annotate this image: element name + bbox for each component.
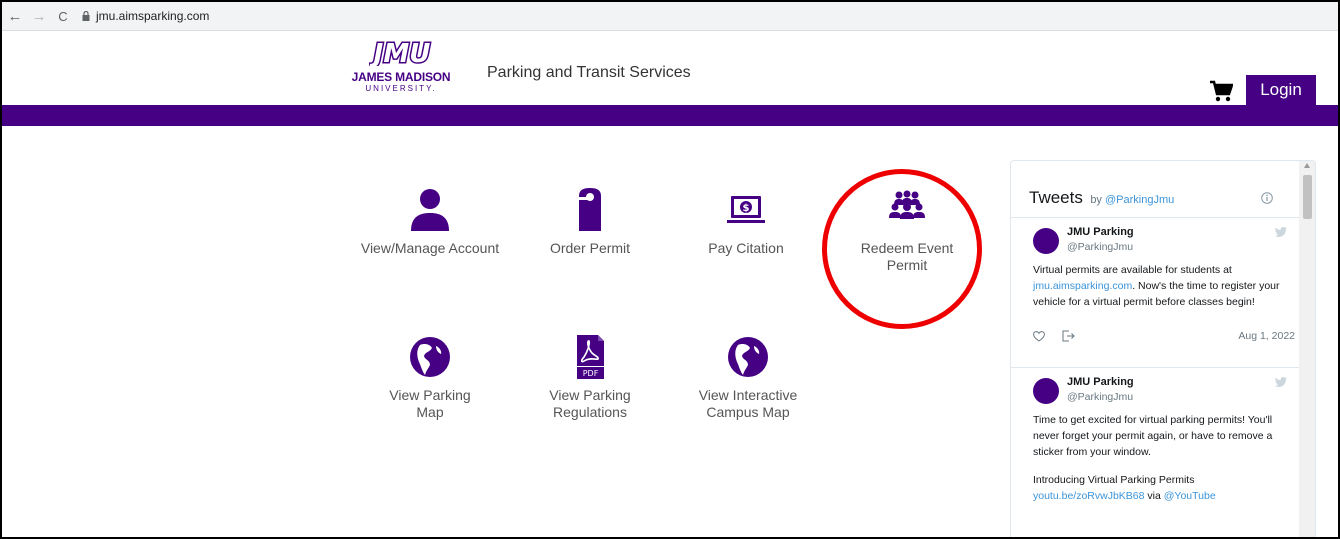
logo-university: UNIVERSITY. — [365, 84, 437, 93]
svg-text:JMU: JMU — [369, 39, 430, 66]
tweet-author-name[interactable]: JMU Parking — [1067, 376, 1134, 388]
url-text: jmu.aimsparking.com — [96, 9, 210, 23]
tweet-paragraph: Introducing Virtual Parking Permits — [1033, 474, 1195, 486]
tile-view-interactive-campus-map[interactable]: View Interactive Campus Map — [678, 335, 818, 421]
share-icon[interactable] — [1062, 330, 1075, 342]
browser-toolbar: ← → C jmu.aimsparking.com — [2, 2, 1338, 31]
tweet[interactable]: JMU Parking @ParkingJmu Virtual permits … — [1011, 217, 1299, 367]
tile-pay-citation[interactable]: $ Pay Citation — [676, 188, 816, 257]
logo-name: JAMES MADISON — [351, 70, 451, 84]
forward-icon[interactable]: → — [28, 5, 50, 27]
twitter-header: Tweets by @ParkingJmu — [1029, 188, 1174, 208]
info-icon[interactable] — [1261, 192, 1273, 204]
tweet[interactable]: JMU Parking @ParkingJmu Time to get exci… — [1011, 367, 1299, 537]
laptop-dollar-icon: $ — [727, 196, 765, 223]
tile-label: Order Permit — [549, 240, 631, 256]
twitter-handle-link[interactable]: @ParkingJmu — [1105, 194, 1174, 206]
site-title: Parking and Transit Services — [487, 64, 691, 81]
pdf-icon: PDF — [577, 335, 604, 379]
tile-label: View/Manage Account — [360, 240, 500, 256]
tweet-text-part: Virtual permits are available for studen… — [1033, 264, 1232, 276]
cart-icon[interactable] — [1209, 80, 1233, 102]
svg-text:$: $ — [743, 203, 750, 214]
tile-label: View Parking Regulations — [549, 387, 631, 420]
tweet-author-handle[interactable]: @ParkingJmu — [1067, 241, 1133, 253]
globe-icon — [728, 337, 768, 377]
tweet-actions: Aug 1, 2022 — [1033, 328, 1295, 346]
site-header: JMU JAMES MADISON UNIVERSITY. Parking an… — [2, 32, 1338, 105]
twitter-title: Tweets — [1029, 188, 1083, 207]
twitter-by: by @ParkingJmu — [1090, 194, 1174, 206]
tile-view-parking-map[interactable]: View Parking Map — [360, 335, 500, 421]
tile-view-manage-account[interactable]: View/Manage Account — [360, 188, 500, 257]
avatar[interactable] — [1033, 378, 1059, 404]
tweet-text: Virtual permits are available for studen… — [1033, 262, 1293, 310]
scrollbar[interactable] — [1299, 161, 1315, 537]
jmu-mark-icon: JMU — [369, 38, 432, 66]
tweet-link[interactable]: @YouTube — [1164, 490, 1216, 502]
tweet-text: Time to get excited for virtual parking … — [1033, 412, 1293, 504]
twitter-bird-icon[interactable] — [1275, 227, 1287, 237]
heart-icon[interactable] — [1033, 331, 1045, 342]
header-band — [2, 105, 1338, 126]
twitter-timeline[interactable]: Tweets by @ParkingJmu JMU Parking @Parki… — [1010, 160, 1316, 537]
highlight-circle — [822, 169, 982, 329]
user-icon — [411, 189, 449, 231]
reload-icon[interactable]: C — [52, 5, 74, 27]
twitter-by-label: by — [1090, 194, 1102, 206]
scrollbar-thumb[interactable] — [1303, 175, 1312, 219]
back-icon[interactable]: ← — [4, 5, 26, 27]
tile-view-parking-regulations[interactable]: PDF View Parking Regulations — [520, 335, 660, 421]
login-button[interactable]: Login — [1246, 75, 1316, 105]
tweet-author-handle[interactable]: @ParkingJmu — [1067, 391, 1133, 403]
svg-text:PDF: PDF — [583, 369, 599, 378]
tile-label: View Parking Map — [389, 387, 471, 420]
tweet-link[interactable]: jmu.aimsparking.com — [1033, 280, 1132, 292]
avatar[interactable] — [1033, 228, 1059, 254]
page-frame: ← → C jmu.aimsparking.com JMU JAMES MADI… — [0, 0, 1340, 539]
twitter-bird-icon[interactable] — [1275, 377, 1287, 387]
tweet-author-name[interactable]: JMU Parking — [1067, 226, 1134, 238]
tweet-links: youtu.be/zoRvwJbKB68 via @YouTube — [1033, 488, 1293, 504]
globe-icon — [410, 337, 450, 377]
door-hanger-icon — [579, 188, 601, 231]
address-bar[interactable]: jmu.aimsparking.com — [82, 9, 209, 23]
tile-label: Pay Citation — [708, 240, 784, 256]
jmu-logo[interactable]: JMU JAMES MADISON UNIVERSITY. — [347, 38, 455, 102]
tweet-text-part: via — [1144, 490, 1164, 502]
lock-icon — [82, 11, 90, 21]
scroll-up-icon[interactable] — [1304, 163, 1310, 168]
tweet-link[interactable]: youtu.be/zoRvwJbKB68 — [1033, 490, 1144, 502]
tile-order-permit[interactable]: Order Permit — [520, 188, 660, 257]
tile-label: View Interactive Campus Map — [698, 387, 798, 420]
tweet-paragraph: Time to get excited for virtual parking … — [1033, 414, 1273, 458]
tweet-date[interactable]: Aug 1, 2022 — [1238, 330, 1295, 342]
